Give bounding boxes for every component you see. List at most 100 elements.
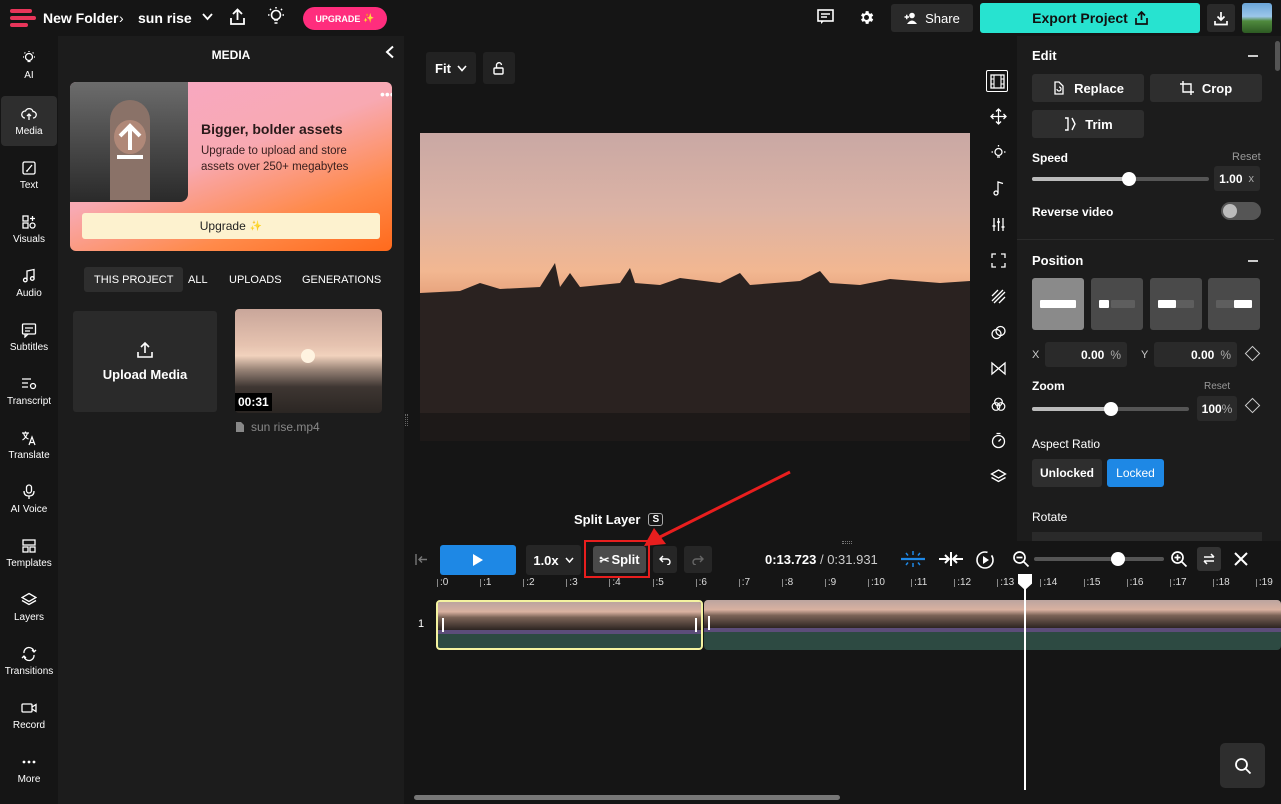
ai-tool[interactable]	[988, 142, 1008, 162]
sidebar-item-media[interactable]: Media	[1, 96, 57, 146]
timeline-scrollbar[interactable]	[414, 795, 840, 800]
crop-button[interactable]: Crop	[1150, 74, 1262, 102]
audio-tool[interactable]	[988, 178, 1008, 198]
user-avatar[interactable]	[1242, 3, 1272, 33]
sidebar-item-translate[interactable]: Translate	[0, 420, 58, 470]
collapse-edit-icon[interactable]	[1248, 55, 1258, 57]
zoom-field[interactable]: 100%	[1197, 396, 1237, 421]
play-button[interactable]	[440, 545, 516, 575]
zoom-slider[interactable]	[1032, 402, 1189, 416]
aspect-unlocked-button[interactable]: Unlocked	[1032, 459, 1102, 487]
keyframe-diamond-icon[interactable]	[1244, 345, 1261, 362]
breadcrumb-folder[interactable]: New Folder	[43, 10, 118, 26]
position-preset-left[interactable]	[1091, 278, 1143, 330]
replace-button[interactable]: Replace	[1032, 74, 1144, 102]
speed-field[interactable]: 1.00 x	[1214, 166, 1260, 191]
playhead[interactable]	[1024, 574, 1026, 790]
speed-slider-knob[interactable]	[1122, 172, 1137, 186]
tab-generations[interactable]: GENERATIONS	[292, 267, 391, 292]
search-button[interactable]	[1220, 743, 1265, 788]
swap-button[interactable]	[1197, 547, 1221, 571]
sidebar-item-transcript[interactable]: Transcript	[0, 366, 58, 416]
sidebar-item-transitions[interactable]: Transitions	[0, 636, 58, 686]
zoom-slider-knob[interactable]	[1103, 402, 1118, 416]
upgrade-button[interactable]: UPGRADE ✨	[303, 7, 387, 30]
properties-scrollbar[interactable]	[1274, 36, 1281, 541]
collapse-timeline-icon[interactable]	[415, 553, 429, 566]
rotate-controls[interactable]	[1032, 532, 1262, 541]
sidebar-item-layers[interactable]: Layers	[0, 582, 58, 632]
timeline-zoom-slider[interactable]	[1034, 557, 1164, 561]
transition-tool[interactable]	[988, 358, 1008, 378]
layers-tool[interactable]	[988, 466, 1008, 486]
clip-trim-handle-right[interactable]	[695, 618, 697, 632]
zoom-in-icon[interactable]	[1170, 550, 1188, 568]
collapse-chevron-icon[interactable]	[385, 45, 395, 59]
adjust-tool[interactable]	[988, 214, 1008, 234]
sidebar-item-ai[interactable]: AI	[0, 40, 58, 90]
video-clip[interactable]	[704, 600, 1281, 650]
tab-this-project[interactable]: THIS PROJECT	[84, 267, 184, 292]
sidebar-item-templates[interactable]: Templates	[0, 528, 58, 578]
speed-slider[interactable]	[1032, 172, 1209, 186]
sidebar-item-text[interactable]: Text	[0, 150, 58, 200]
sidebar-item-subtitles[interactable]: Subtitles	[0, 312, 58, 362]
project-name[interactable]: sun rise	[138, 10, 192, 26]
timer-tool[interactable]	[988, 430, 1008, 450]
more-options-icon[interactable]: •••	[380, 86, 392, 102]
zoom-reset-link[interactable]: Reset	[1204, 381, 1230, 392]
settings-gear-icon[interactable]	[858, 9, 875, 26]
position-preset-center[interactable]	[1150, 278, 1202, 330]
comments-icon[interactable]	[817, 9, 834, 25]
clip-trim-handle-left[interactable]	[708, 616, 710, 630]
aspect-locked-button[interactable]: Locked	[1107, 459, 1164, 487]
chevron-down-icon[interactable]	[202, 13, 213, 21]
sidebar-item-visuals[interactable]: Visuals	[0, 204, 58, 254]
undo-button[interactable]	[653, 546, 677, 573]
pattern-tool[interactable]	[988, 286, 1008, 306]
fit-timeline-icon[interactable]	[938, 550, 964, 568]
sidebar-item-record[interactable]: Record	[0, 690, 58, 740]
snap-magnet-icon[interactable]	[899, 550, 927, 568]
panel-resize-handle[interactable]	[405, 414, 408, 426]
timeline-resize-handle[interactable]	[842, 541, 852, 544]
share-button[interactable]: Share	[891, 4, 973, 32]
playback-speed-dropdown[interactable]: 1.0x	[526, 545, 581, 575]
export-project-button[interactable]: Export Project	[980, 3, 1200, 33]
position-preset-right[interactable]	[1208, 278, 1260, 330]
sidebar-item-more[interactable]: More	[0, 744, 58, 794]
color-tool[interactable]	[988, 394, 1008, 414]
tab-uploads[interactable]: UPLOADS	[219, 267, 292, 292]
position-preset-fill[interactable]	[1032, 278, 1084, 330]
download-button[interactable]	[1207, 4, 1235, 32]
clip-trim-handle-left[interactable]	[442, 618, 444, 632]
unlock-button[interactable]	[483, 52, 515, 84]
move-tool[interactable]	[988, 106, 1008, 126]
logo-icon[interactable]	[10, 9, 36, 27]
reverse-video-toggle[interactable]	[1221, 202, 1261, 220]
video-clip-selected[interactable]	[436, 600, 703, 650]
timeline-zoom-knob[interactable]	[1111, 552, 1125, 566]
sidebar-item-audio[interactable]: Audio	[0, 258, 58, 308]
close-icon[interactable]	[1233, 551, 1249, 567]
lightbulb-icon[interactable]	[266, 6, 286, 26]
y-position-field[interactable]: 0.00%	[1154, 342, 1237, 367]
clip-edit-tool[interactable]	[986, 70, 1008, 92]
redo-button[interactable]	[684, 546, 712, 573]
overlay-tool[interactable]	[988, 322, 1008, 342]
keyframe-diamond-icon[interactable]	[1244, 397, 1261, 414]
loop-play-icon[interactable]	[975, 550, 995, 570]
upload-media-button[interactable]: Upload Media	[73, 311, 217, 412]
promo-upgrade-button[interactable]: Upgrade ✨	[82, 213, 380, 239]
zoom-out-icon[interactable]	[1012, 550, 1030, 568]
sidebar-item-ai-voice[interactable]: AI Voice	[0, 474, 58, 524]
fit-dropdown[interactable]: Fit	[426, 52, 476, 84]
resize-tool[interactable]	[988, 250, 1008, 270]
share-upload-icon[interactable]	[229, 8, 246, 26]
trim-button[interactable]: Trim	[1032, 110, 1144, 138]
speed-reset-link[interactable]: Reset	[1232, 151, 1261, 163]
tab-all[interactable]: ALL	[178, 267, 218, 292]
video-preview[interactable]	[420, 133, 970, 441]
collapse-position-icon[interactable]	[1248, 260, 1258, 262]
x-position-field[interactable]: 0.00%	[1045, 342, 1127, 367]
